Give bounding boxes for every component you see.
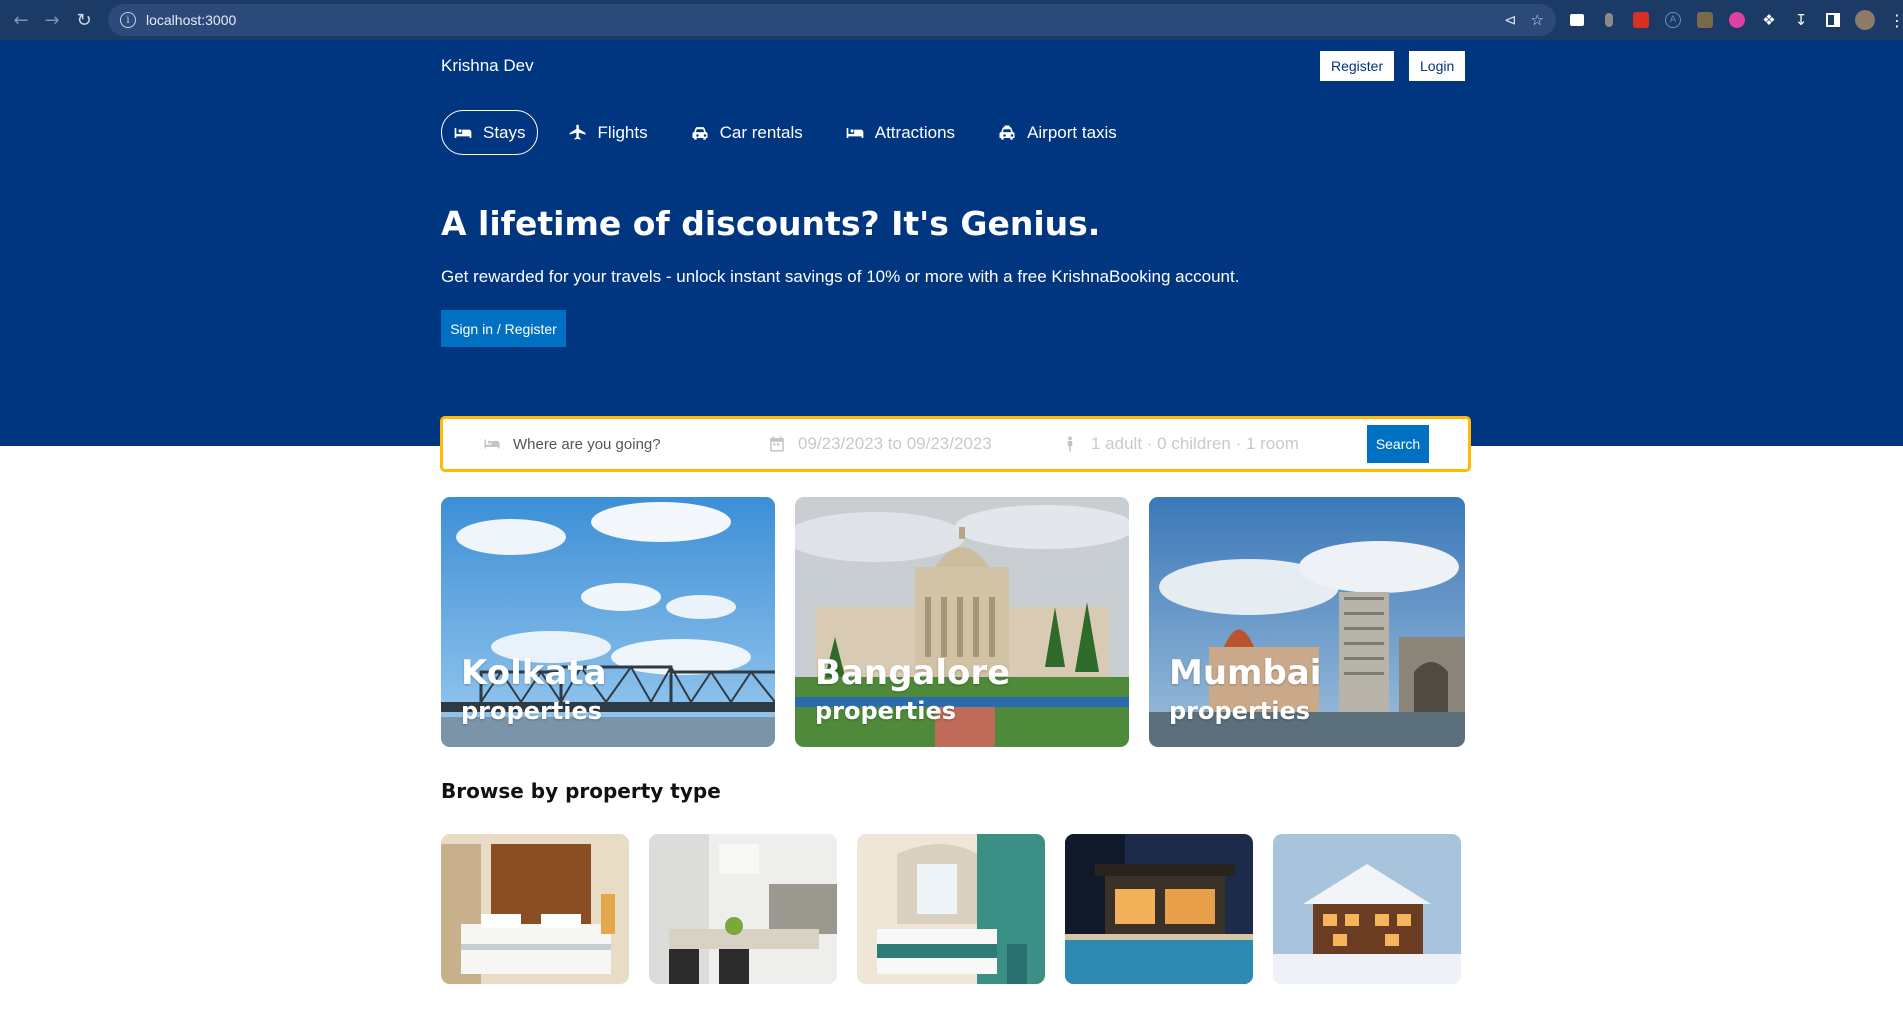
destination-placeholder[interactable]: Where are you going? (513, 436, 661, 453)
tab-label: Car rentals (719, 122, 803, 142)
property-type-card[interactable] (857, 834, 1045, 984)
person-icon (1067, 436, 1073, 452)
guests-field[interactable]: 1 adult · 0 children · 1 room (1061, 419, 1299, 469)
extensions-bar: A ❖ ↧ ⋮ (1566, 0, 1903, 40)
apartment-kitchen-image (649, 834, 837, 984)
site-header: Krishna Dev Register Login Stays Flights… (0, 40, 1903, 446)
extension-icon[interactable] (1726, 9, 1748, 31)
tab-label: Attractions (874, 122, 956, 142)
city-subtitle: properties (1169, 697, 1311, 725)
puzzle-icon[interactable]: ❖ (1758, 9, 1780, 31)
featured-cities: Kolkata properties Bangalore properties (441, 497, 1465, 747)
tab-label: Airport taxis (1027, 122, 1117, 142)
sign-in-register-button[interactable]: Sign in / Register (441, 310, 566, 347)
tab-airport-taxis[interactable]: Airport taxis (985, 110, 1129, 155)
address-bar[interactable]: i localhost:3000 ⊲ ☆ (108, 4, 1556, 36)
bookmark-star-icon[interactable]: ☆ (1531, 11, 1544, 29)
property-type-card[interactable] (441, 834, 629, 984)
bed-icon (484, 439, 500, 449)
tab-label: Flights (597, 122, 648, 142)
hero-title: A lifetime of discounts? It's Genius. (441, 204, 1101, 243)
bed-icon (846, 127, 864, 138)
kebab-menu-icon[interactable]: ⋮ (1886, 9, 1903, 31)
browser-toolbar: ← → ↻ i localhost:3000 ⊲ ☆ A ❖ ↧ ⋮ (0, 0, 1903, 40)
extension-icon[interactable] (1694, 9, 1716, 31)
city-name: Mumbai (1169, 653, 1322, 693)
date-range-field[interactable]: 09/23/2023 to 09/23/2023 (768, 419, 992, 469)
tab-car-rentals[interactable]: Car rentals (678, 110, 815, 155)
cabin-image (1273, 834, 1461, 984)
extension-icon[interactable] (1630, 9, 1652, 31)
address-url[interactable]: localhost:3000 (146, 12, 236, 28)
reload-icon[interactable]: ↻ (70, 6, 98, 34)
forward-arrow-icon[interactable]: → (38, 6, 66, 34)
hotel-room-image (441, 834, 629, 984)
tab-attractions[interactable]: Attractions (833, 110, 967, 155)
side-panel-icon[interactable] (1822, 9, 1844, 31)
property-type-card[interactable] (649, 834, 837, 984)
register-button[interactable]: Register (1320, 51, 1395, 81)
login-button[interactable]: Login (1409, 51, 1466, 81)
city-name: Kolkata (461, 653, 607, 693)
plane-icon (569, 124, 586, 140)
city-name: Bangalore (815, 653, 1011, 693)
site-info-icon[interactable]: i (120, 12, 136, 28)
tab-stays[interactable]: Stays (441, 110, 538, 155)
extension-icon[interactable] (1598, 9, 1620, 31)
city-subtitle: properties (815, 697, 957, 725)
car-icon (692, 126, 708, 140)
browse-section-title: Browse by property type (441, 779, 721, 803)
resort-room-image (857, 834, 1045, 984)
extension-icon[interactable]: A (1662, 9, 1684, 31)
nav-tabs: Stays Flights Car rentals Attractions Ai… (441, 110, 1147, 155)
brand-logo[interactable]: Krishna Dev (441, 56, 534, 76)
back-arrow-icon[interactable]: ← (7, 6, 35, 34)
bed-icon (454, 127, 472, 138)
property-type-card[interactable] (1065, 834, 1253, 984)
villa-image (1065, 834, 1253, 984)
taxi-icon (999, 125, 1015, 140)
date-range-text[interactable]: 09/23/2023 to 09/23/2023 (798, 434, 992, 454)
destination-field[interactable]: Where are you going? (483, 419, 661, 469)
hero-description: Get rewarded for your travels - unlock i… (441, 267, 1240, 286)
search-bar: Where are you going? 09/23/2023 to 09/23… (440, 416, 1471, 472)
property-type-list (441, 834, 1465, 984)
download-icon[interactable]: ↧ (1790, 9, 1812, 31)
calendar-icon (770, 436, 784, 452)
tab-label: Stays (483, 122, 526, 142)
tab-flights[interactable]: Flights (556, 110, 660, 155)
city-card-bangalore[interactable]: Bangalore properties (795, 497, 1129, 747)
property-type-card[interactable] (1273, 834, 1461, 984)
guests-text[interactable]: 1 adult · 0 children · 1 room (1091, 434, 1299, 454)
avatar[interactable] (1854, 9, 1876, 31)
city-card-mumbai[interactable]: Mumbai properties (1149, 497, 1465, 747)
city-subtitle: properties (461, 697, 603, 725)
search-button[interactable]: Search (1367, 425, 1429, 463)
share-icon[interactable]: ⊲ (1504, 11, 1517, 29)
extension-icon[interactable] (1566, 9, 1588, 31)
city-card-kolkata[interactable]: Kolkata properties (441, 497, 775, 747)
